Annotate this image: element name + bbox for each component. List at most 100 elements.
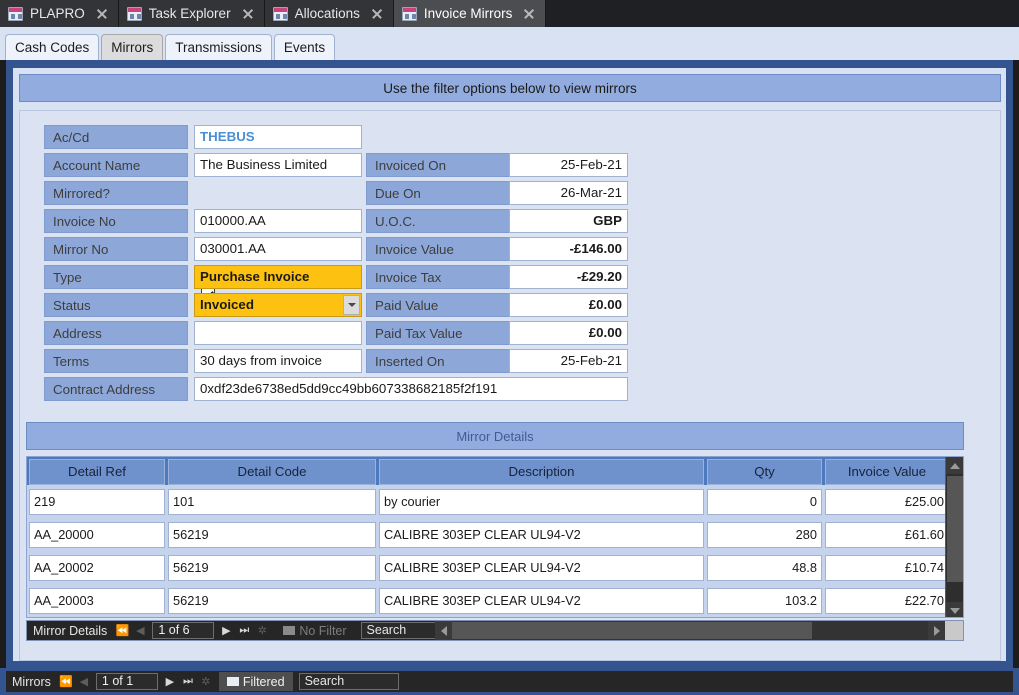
- scroll-right-icon[interactable]: [928, 621, 945, 640]
- field-paid-tax-value[interactable]: £0.00: [509, 321, 628, 345]
- field-type[interactable]: Purchase Invoice: [194, 265, 362, 289]
- cell-invoice-value[interactable]: £25.00: [825, 489, 949, 515]
- window-tab-plapro[interactable]: PLAPRO: [0, 0, 119, 27]
- table-row[interactable]: AA_20004 56219 CALIBRE 303EP CLEAR UL94-…: [27, 617, 963, 618]
- grid-record-navigator: Mirror Details ⏪ ◀ 1 of 6 ▶ ⏭ ✲ No Filte…: [26, 620, 964, 641]
- cell-qty[interactable]: 103.2: [707, 588, 822, 614]
- tab-mirrors[interactable]: Mirrors: [101, 34, 164, 60]
- field-status[interactable]: Invoiced: [194, 293, 362, 317]
- field-invoiced-on[interactable]: 25-Feb-21: [509, 153, 628, 177]
- column-header-detail-ref[interactable]: Detail Ref: [29, 459, 165, 485]
- window-tab-allocations[interactable]: Allocations: [264, 0, 394, 27]
- window-tab-task-explorer[interactable]: Task Explorer: [118, 0, 265, 27]
- tab-strip-empty-area: [546, 0, 1019, 27]
- label-invoice-no: Invoice No: [44, 209, 188, 233]
- table-row[interactable]: AA_20002 56219 CALIBRE 303EP CLEAR UL94-…: [27, 551, 963, 584]
- field-inserted-on[interactable]: 25-Feb-21: [509, 349, 628, 373]
- next-record-icon[interactable]: ▶: [161, 672, 179, 691]
- close-icon[interactable]: [95, 7, 109, 21]
- field-uoc[interactable]: GBP: [509, 209, 628, 233]
- field-due-on[interactable]: 26-Mar-21: [509, 181, 628, 205]
- grid-filter-toggle[interactable]: No Filter: [275, 621, 354, 640]
- cell-detail-code[interactable]: 101: [168, 489, 376, 515]
- status-nav-caption: Mirrors: [12, 674, 51, 689]
- table-icon: [401, 6, 417, 21]
- label-paid-tax-value: Paid Tax Value: [366, 321, 510, 345]
- chevron-down-icon[interactable]: [343, 295, 360, 315]
- field-invoice-value[interactable]: -£146.00: [509, 237, 628, 261]
- scrollbar-corner: [945, 621, 963, 640]
- tab-transmissions[interactable]: Transmissions: [165, 34, 272, 60]
- cell-detail-ref[interactable]: AA_20002: [29, 555, 165, 581]
- next-record-icon[interactable]: ▶: [217, 621, 235, 640]
- cell-invoice-value[interactable]: £61.60: [825, 522, 949, 548]
- first-record-icon[interactable]: ⏪: [57, 672, 75, 691]
- field-mirror-no[interactable]: 030001.AA: [194, 237, 362, 261]
- close-icon[interactable]: [241, 7, 255, 21]
- cell-detail-code[interactable]: 56219: [168, 555, 376, 581]
- cell-qty[interactable]: 0: [707, 489, 822, 515]
- last-record-icon[interactable]: ⏭: [235, 621, 253, 640]
- previous-record-icon[interactable]: ◀: [75, 672, 93, 691]
- cell-qty[interactable]: 48.8: [707, 555, 822, 581]
- field-invoice-no[interactable]: 010000.AA: [194, 209, 362, 233]
- column-header-invoice-value[interactable]: Invoice Value: [825, 459, 949, 485]
- column-header-detail-code[interactable]: Detail Code: [168, 459, 376, 485]
- field-contract-address[interactable]: 0xdf23de6738ed5dd9cc49bb607338682185f2f1…: [194, 377, 628, 401]
- cell-detail-ref[interactable]: 219: [29, 489, 165, 515]
- scroll-left-icon[interactable]: [435, 621, 452, 640]
- first-record-icon[interactable]: ⏪: [113, 621, 131, 640]
- cell-description[interactable]: CALIBRE 303EP CLEAR UL94-V2: [379, 522, 704, 548]
- form-frame: Use the filter options below to view mir…: [6, 60, 1013, 668]
- last-record-icon[interactable]: ⏭: [179, 672, 197, 691]
- cell-detail-ref[interactable]: AA_20000: [29, 522, 165, 548]
- filter-funnel-icon: [226, 677, 239, 686]
- status-record-number[interactable]: 1 of 1: [95, 673, 158, 690]
- field-invoice-tax[interactable]: -£29.20: [509, 265, 628, 289]
- hscroll-track[interactable]: [452, 621, 928, 640]
- cell-invoice-value[interactable]: £10.74: [825, 555, 949, 581]
- close-icon[interactable]: [522, 7, 536, 21]
- field-account-name[interactable]: The Business Limited: [194, 153, 362, 177]
- tab-cash-codes[interactable]: Cash Codes: [5, 34, 100, 60]
- cell-detail-code[interactable]: 56219: [168, 522, 376, 548]
- new-record-icon[interactable]: ✲: [197, 672, 215, 691]
- cell-qty[interactable]: 280: [707, 522, 822, 548]
- form-record-navigator: Mirrors ⏪ ◀ 1 of 1 ▶ ⏭ ✲ Filtered Search: [6, 671, 1013, 692]
- field-ac-cd[interactable]: THEBUS: [194, 125, 362, 149]
- close-icon[interactable]: [370, 7, 384, 21]
- status-search-input[interactable]: Search: [298, 673, 399, 690]
- cell-description[interactable]: by courier: [379, 489, 704, 515]
- filter-funnel-icon: [283, 626, 296, 635]
- window-tab-label: PLAPRO: [30, 6, 85, 21]
- table-row[interactable]: AA_20003 56219 CALIBRE 303EP CLEAR UL94-…: [27, 584, 963, 617]
- field-address[interactable]: [194, 321, 362, 345]
- new-record-icon[interactable]: ✲: [253, 621, 271, 640]
- column-header-description[interactable]: Description: [379, 459, 704, 485]
- grid-filter-label: No Filter: [299, 623, 347, 638]
- scrollbar-thumb[interactable]: [452, 622, 812, 639]
- status-filter-toggle[interactable]: Filtered: [218, 672, 293, 691]
- cell-detail-code[interactable]: 56219: [168, 588, 376, 614]
- grid-vertical-scrollbar[interactable]: [945, 457, 963, 617]
- scrollbar-thumb[interactable]: [947, 476, 963, 582]
- window-tab-invoice-mirrors[interactable]: Invoice Mirrors: [393, 0, 547, 27]
- label-mirrored: Mirrored?: [44, 181, 188, 205]
- scroll-up-icon[interactable]: [946, 457, 963, 474]
- field-terms[interactable]: 30 days from invoice: [194, 349, 362, 373]
- table-icon: [272, 6, 288, 21]
- cell-description[interactable]: CALIBRE 303EP CLEAR UL94-V2: [379, 588, 704, 614]
- grid-record-number[interactable]: 1 of 6: [152, 622, 215, 639]
- cell-invoice-value[interactable]: £22.70: [825, 588, 949, 614]
- field-paid-value[interactable]: £0.00: [509, 293, 628, 317]
- grid-horizontal-scrollbar[interactable]: [435, 621, 963, 640]
- cell-detail-ref[interactable]: AA_20003: [29, 588, 165, 614]
- label-invoice-value: Invoice Value: [366, 237, 510, 261]
- scroll-down-icon[interactable]: [946, 602, 963, 617]
- table-row[interactable]: 219 101 by courier 0 £25.00: [27, 485, 963, 518]
- previous-record-icon[interactable]: ◀: [131, 621, 149, 640]
- table-row[interactable]: AA_20000 56219 CALIBRE 303EP CLEAR UL94-…: [27, 518, 963, 551]
- cell-description[interactable]: CALIBRE 303EP CLEAR UL94-V2: [379, 555, 704, 581]
- column-header-qty[interactable]: Qty: [707, 459, 822, 485]
- tab-events[interactable]: Events: [273, 34, 336, 60]
